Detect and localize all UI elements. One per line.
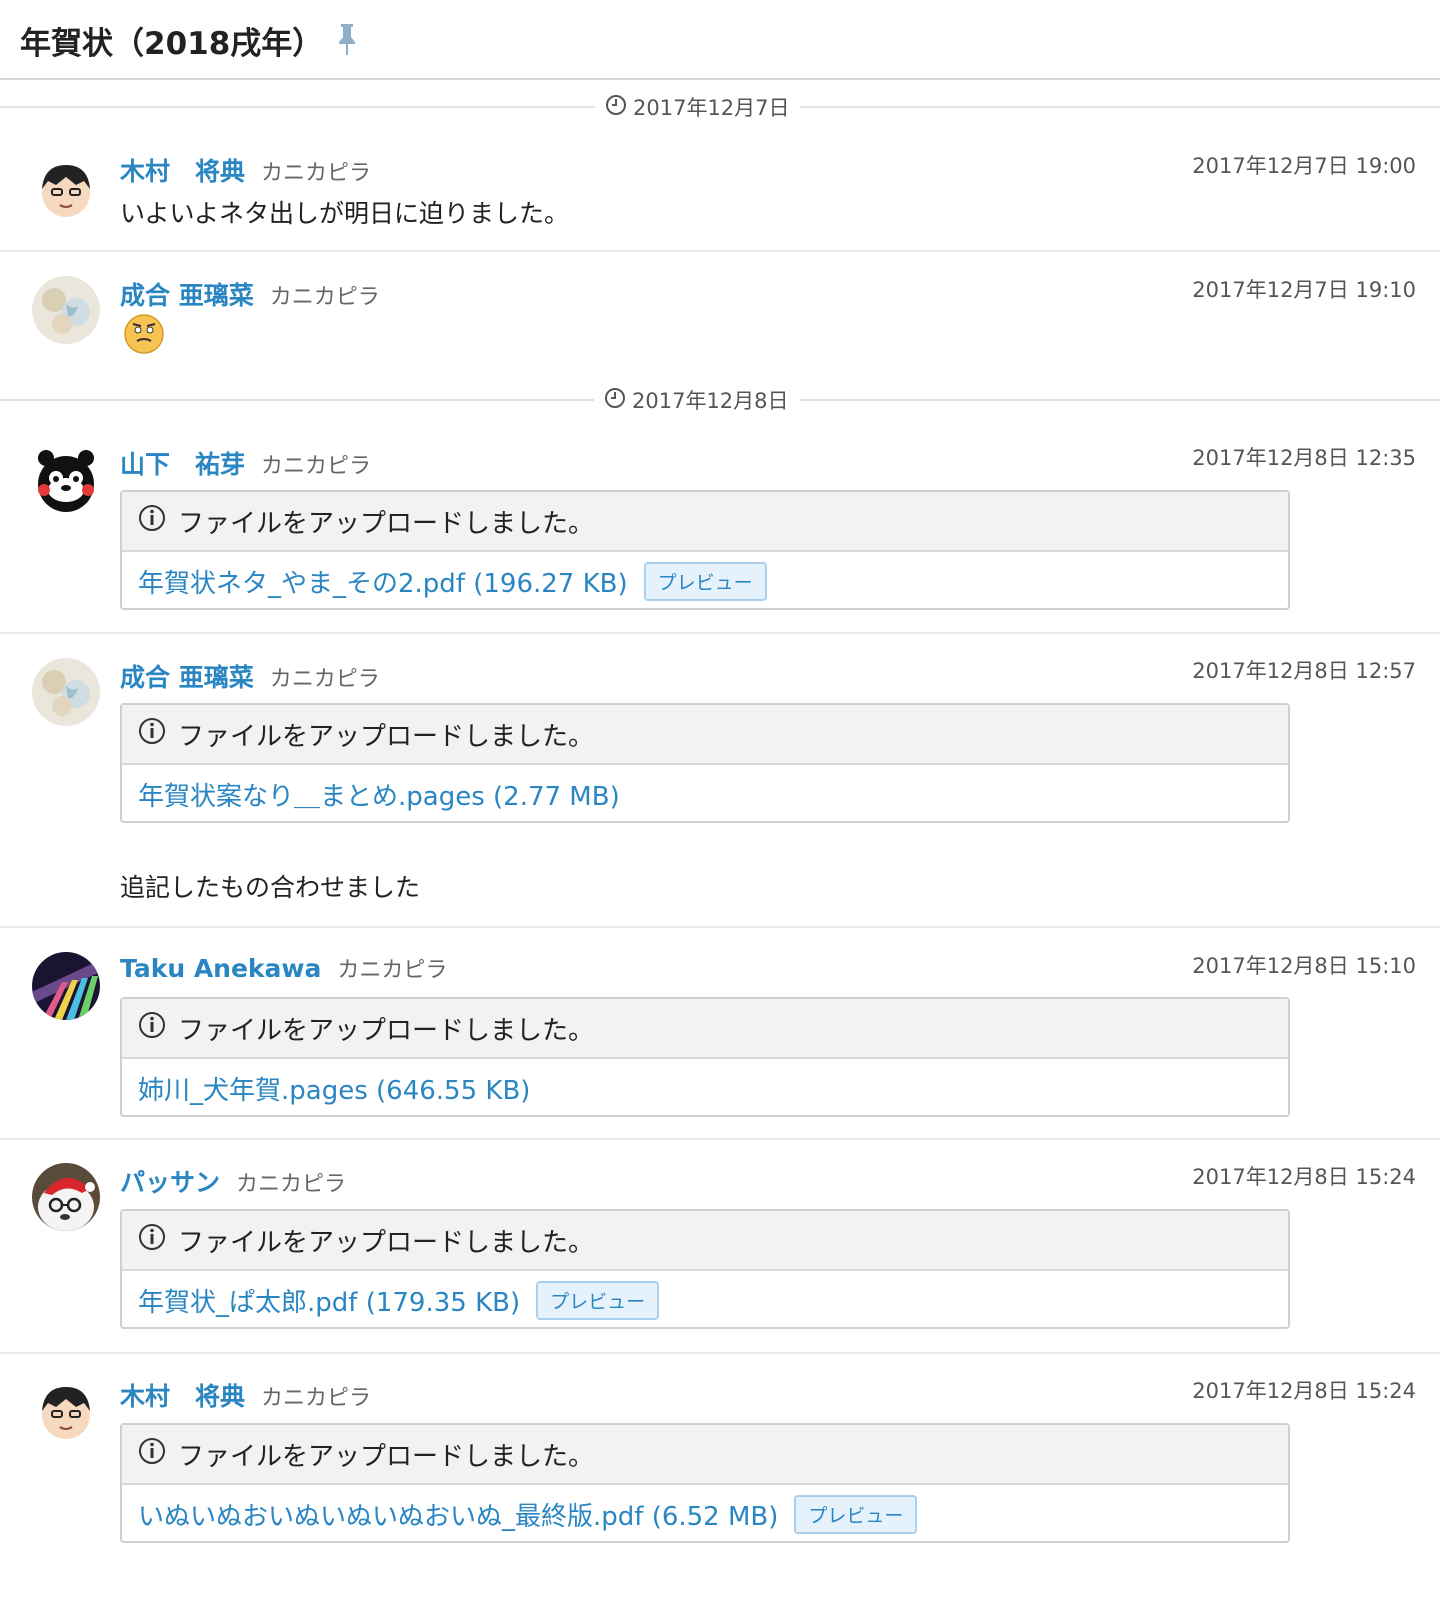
info-icon [138,1437,166,1472]
author-name[interactable]: 成合 亜璃菜 [120,276,254,312]
info-icon [138,1011,166,1046]
channel-header: 年賀状（2018戌年） [0,0,1440,80]
message-header: 木村 将典 カニカピラ [120,152,371,188]
preview-button[interactable]: プレビュー [794,1494,918,1534]
file-link[interactable]: 年賀状_ぱ太郎.pdf (179.35 KB) [138,1282,520,1319]
avatar[interactable] [32,446,100,514]
message-header: Taku Anekawa カニカピラ [120,952,447,984]
stamp-emoji-icon [123,313,165,359]
channel-title: 年賀状（2018戌年） [20,26,324,62]
team-name: カニカピラ [261,1386,372,1411]
message-divider [0,250,1440,252]
message-header: 成合 亜璃菜 カニカピラ [120,658,380,694]
file-attachment: ファイルをアップロードしました。 年賀状ネタ_やま_その2.pdf (196.2… [120,490,1290,610]
info-icon [138,1223,166,1258]
message-header: パッサン カニカピラ [120,1163,346,1199]
file-attachment: ファイルをアップロードしました。 姉川_犬年賀.pages (646.55 KB… [120,997,1290,1117]
file-link[interactable]: 年賀状ネタ_やま_その2.pdf (196.27 KB) [138,563,628,600]
message-header: 木村 将典 カニカピラ [120,1377,371,1413]
message-header: 山下 祐芽 カニカピラ [120,445,371,481]
upload-notice: ファイルをアップロードしました。 [122,492,1288,552]
timestamp[interactable]: 2017年12月8日 15:24 [1192,1161,1416,1191]
avatar[interactable] [32,952,100,1020]
info-icon [138,717,166,752]
message-text: 追記したもの合わせました [120,873,421,902]
message-header: 成合 亜璃菜 カニカピラ [120,276,380,312]
timestamp[interactable]: 2017年12月8日 12:35 [1192,442,1416,472]
timestamp[interactable]: 2017年12月8日 15:10 [1192,950,1416,980]
team-name: カニカピラ [261,161,372,186]
file-link[interactable]: 年賀状案なり＿まとめ.pages (2.77 MB) [138,776,620,813]
author-name[interactable]: 成合 亜璃菜 [120,658,254,694]
file-attachment: ファイルをアップロードしました。 年賀状案なり＿まとめ.pages (2.77 … [120,703,1290,823]
date-separator: 2017年12月8日 [594,385,799,415]
message-divider [0,1138,1440,1140]
author-name[interactable]: 木村 将典 [120,152,245,188]
file-link[interactable]: いぬいぬおいぬいぬいぬおいぬ_最終版.pdf (6.52 MB) [138,1496,778,1533]
avatar[interactable] [32,1163,100,1231]
team-name: カニカピラ [269,285,380,310]
preview-button[interactable]: プレビュー [536,1280,660,1320]
info-icon [138,504,166,539]
team-name: カニカピラ [337,958,448,983]
message-text: いよいよネタ出しが明日に迫りました。 [120,199,570,228]
avatar[interactable] [32,658,100,726]
file-attachment: ファイルをアップロードしました。 年賀状_ぱ太郎.pdf (179.35 KB)… [120,1209,1290,1329]
message-divider [0,926,1440,928]
author-name[interactable]: 山下 祐芽 [120,445,245,481]
timestamp[interactable]: 2017年12月7日 19:10 [1192,274,1416,304]
upload-notice: ファイルをアップロードしました。 [122,705,1288,765]
upload-notice: ファイルをアップロードしました。 [122,1211,1288,1271]
clock-icon [605,94,627,121]
file-link[interactable]: 姉川_犬年賀.pages (646.55 KB) [138,1070,530,1107]
message-divider [0,1352,1440,1354]
preview-button[interactable]: プレビュー [643,561,767,601]
team-name: カニカピラ [236,1172,347,1197]
upload-notice: ファイルをアップロードしました。 [122,1425,1288,1485]
pin-icon[interactable] [336,22,358,60]
upload-notice: ファイルをアップロードしました。 [122,999,1288,1059]
team-name: カニカピラ [261,454,372,479]
avatar[interactable] [32,276,100,344]
author-name[interactable]: パッサン [120,1163,220,1199]
file-attachment: ファイルをアップロードしました。 いぬいぬおいぬいぬいぬおいぬ_最終版.pdf … [120,1423,1290,1543]
message-divider [0,632,1440,634]
timestamp[interactable]: 2017年12月8日 15:24 [1192,1375,1416,1405]
team-name: カニカピラ [269,667,380,692]
avatar[interactable] [32,1377,100,1445]
avatar[interactable] [32,155,100,223]
date-separator: 2017年12月7日 [595,92,800,122]
timestamp[interactable]: 2017年12月7日 19:00 [1192,150,1416,180]
timestamp[interactable]: 2017年12月8日 12:57 [1192,655,1416,685]
clock-icon [604,387,626,414]
author-name[interactable]: Taku Anekawa [120,954,321,983]
author-name[interactable]: 木村 将典 [120,1377,245,1413]
